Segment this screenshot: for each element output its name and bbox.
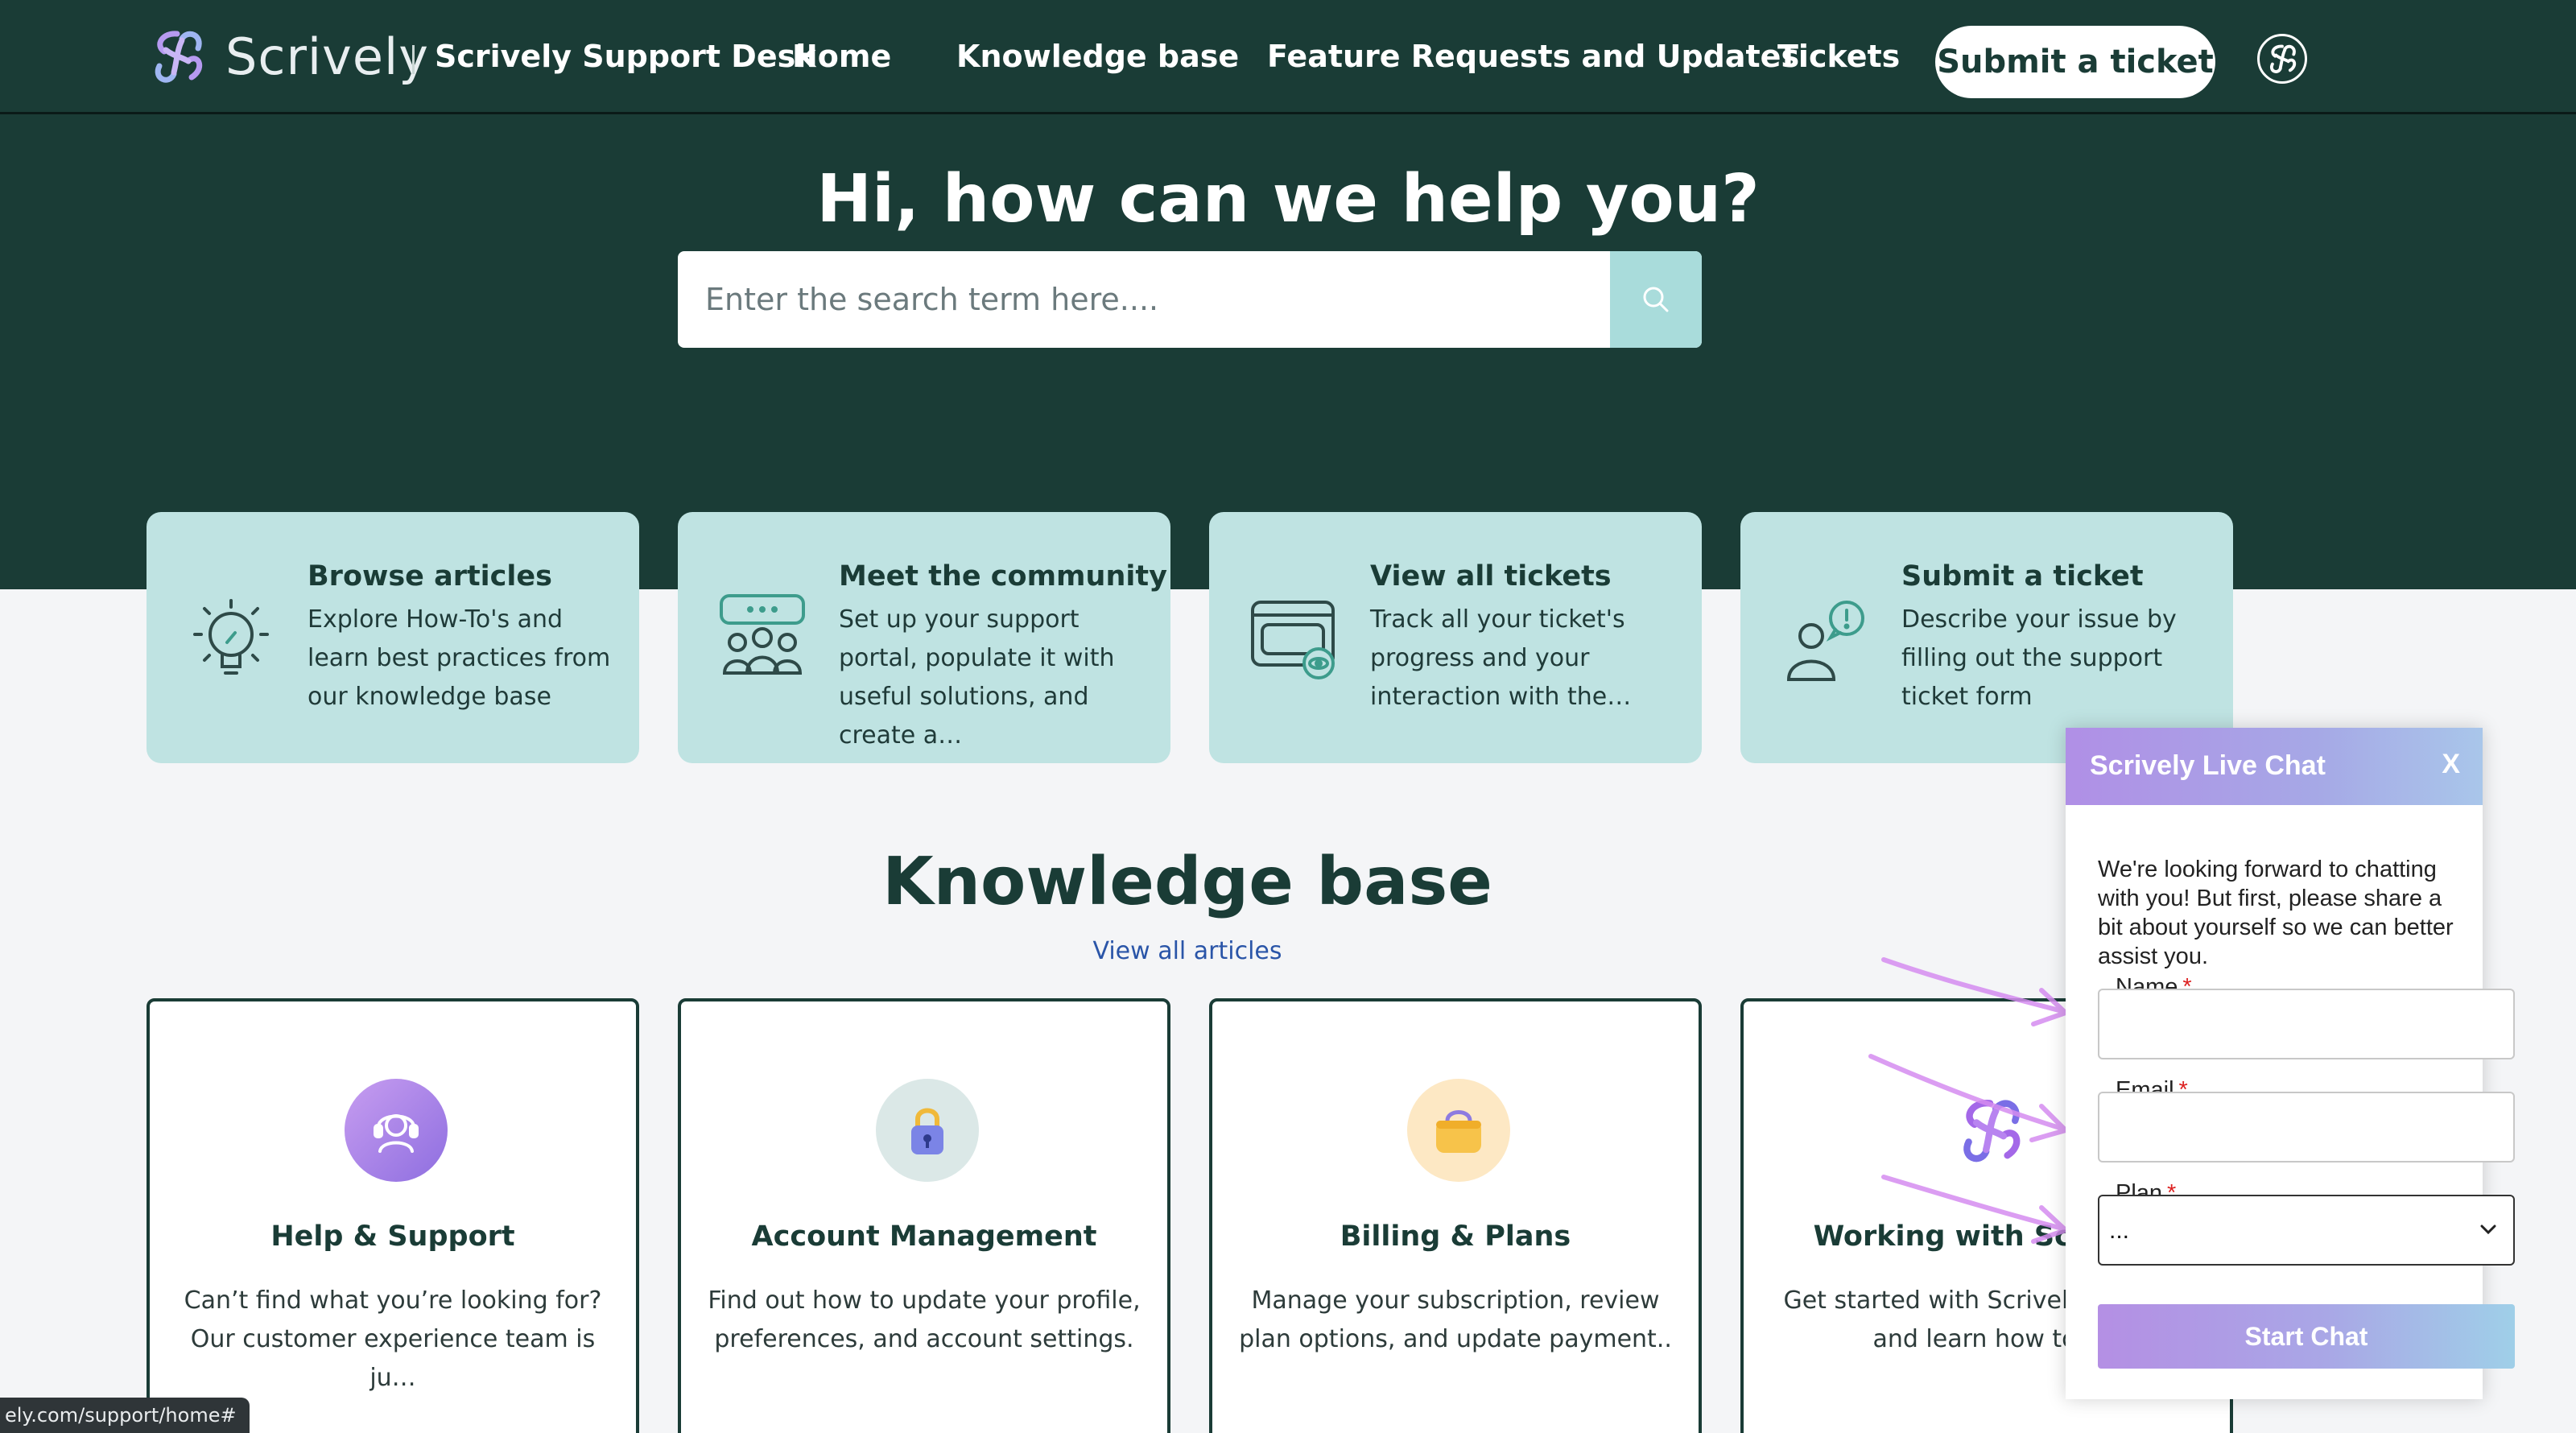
quick-card-title: Meet the community: [839, 560, 1167, 593]
brand-name: Scrively: [225, 27, 429, 86]
lightbulb-icon: [193, 599, 269, 675]
plan-select-value: ...: [2109, 1217, 2130, 1244]
brand-logo[interactable]: Scrively: [145, 24, 429, 89]
top-navigation-bar: Scrively Scrively Support Desk Home Know…: [0, 0, 2576, 114]
live-chat-widget: Scrively Live Chat X We're looking forwa…: [2066, 728, 2515, 1399]
kb-card-title: Help & Support: [270, 1220, 515, 1253]
kb-card-help-support[interactable]: Help & Support Can’t find what you’re lo…: [147, 998, 639, 1433]
kb-card-description: Can’t find what you’re looking for? Our …: [184, 1286, 602, 1392]
search-bar: [678, 251, 1702, 348]
status-bar-url: ely.com/support/home#: [0, 1398, 250, 1433]
profile-logo-icon: [2270, 44, 2297, 73]
submit-ticket-button[interactable]: Submit a ticket: [1935, 26, 2215, 98]
nav-feature-requests[interactable]: Feature Requests and Updates: [1267, 39, 1799, 74]
start-chat-button[interactable]: Start Chat: [2098, 1304, 2515, 1369]
nav-tickets[interactable]: Tickets: [1777, 39, 1900, 74]
quick-card-title: Submit a ticket: [1901, 560, 2144, 593]
knowledge-base-heading: Knowledge base: [882, 844, 1492, 920]
quick-card-submit-ticket[interactable]: Submit a ticket Describe your issue by f…: [1740, 512, 2233, 763]
kb-card-title: Account Management: [751, 1220, 1097, 1253]
quick-card-description: Track all your ticket's progress and you…: [1370, 605, 1632, 711]
hero-title: Hi, how can we help you?: [816, 161, 1760, 237]
quick-card-meet-community[interactable]: Meet the community Set up your support p…: [678, 512, 1170, 763]
kb-card-description: Manage your subscription, review plan op…: [1239, 1286, 1672, 1353]
name-field[interactable]: [2098, 989, 2515, 1059]
live-chat-intro: We're looking forward to chatting with y…: [2098, 857, 2454, 969]
chevron-down-icon: [2480, 1224, 2496, 1235]
plan-select[interactable]: ...: [2098, 1195, 2515, 1266]
tickets-icon: [1251, 601, 1335, 679]
person-alert-icon: [1786, 601, 1864, 681]
headset-icon: [345, 1079, 448, 1182]
search-button[interactable]: [1610, 251, 1702, 348]
scrively-logo-icon: [155, 31, 203, 83]
live-chat-header: Scrively Live Chat X: [2066, 728, 2483, 805]
close-icon[interactable]: X: [2442, 749, 2460, 780]
kb-card-account-management[interactable]: Account Management Find out how to updat…: [678, 998, 1170, 1433]
quick-card-description: Describe your issue by filling out the s…: [1901, 605, 2177, 711]
quick-card-description: Set up your support portal, populate it …: [839, 605, 1115, 750]
community-icon: [720, 594, 805, 675]
quick-card-view-tickets[interactable]: View all tickets Track all your ticket's…: [1209, 512, 1702, 763]
quick-card-browse-articles[interactable]: Browse articles Explore How-To's and lea…: [147, 512, 639, 763]
wallet-icon: [1407, 1079, 1510, 1182]
nav-knowledge-base[interactable]: Knowledge base: [956, 39, 1239, 74]
quick-card-title: Browse articles: [308, 560, 552, 593]
lock-icon: [876, 1079, 979, 1182]
quick-card-title: View all tickets: [1370, 560, 1612, 593]
search-icon: [1643, 287, 1669, 312]
support-desk-title[interactable]: Scrively Support Desk: [435, 39, 816, 74]
search-input[interactable]: [678, 251, 1610, 348]
header-divider: [412, 45, 415, 74]
kb-card-billing-plans[interactable]: Billing & Plans Manage your subscription…: [1209, 998, 1702, 1433]
kb-card-title: Billing & Plans: [1340, 1220, 1571, 1253]
live-chat-title: Scrively Live Chat: [2090, 750, 2326, 781]
nav-home[interactable]: Home: [792, 39, 891, 74]
profile-avatar[interactable]: [2257, 34, 2307, 84]
quick-card-description: Explore How-To's and learn best practice…: [308, 605, 611, 711]
kb-card-description: Find out how to update your profile, pre…: [708, 1286, 1141, 1353]
email-field[interactable]: [2098, 1092, 2515, 1163]
